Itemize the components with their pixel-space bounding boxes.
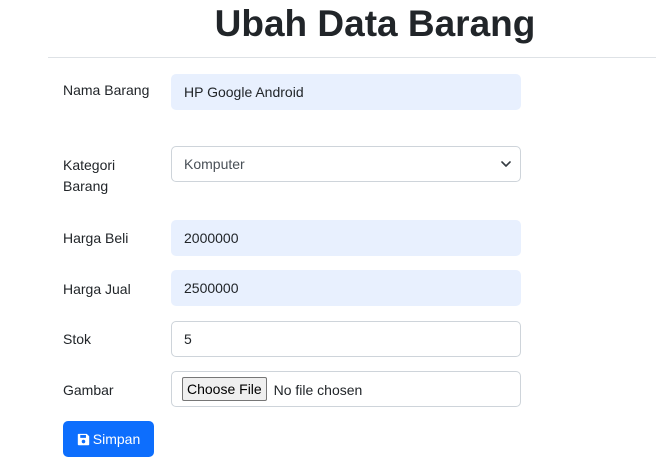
page-title: Ubah Data Barang bbox=[214, 3, 536, 44]
simpan-button-label: Simpan bbox=[92, 431, 141, 447]
harga-jual-label: Harga Jual bbox=[63, 281, 131, 297]
title-divider bbox=[48, 57, 656, 58]
choose-file-button[interactable]: Choose File bbox=[182, 377, 267, 401]
kategori-selected-value: Komputer bbox=[184, 156, 245, 172]
save-icon bbox=[77, 433, 89, 446]
gambar-label: Gambar bbox=[63, 382, 114, 398]
file-status-text: No file chosen bbox=[273, 382, 363, 398]
kategori-barang-label: Kategori Barang bbox=[63, 157, 116, 194]
kategori-barang-select[interactable]: Komputer bbox=[171, 146, 521, 182]
gambar-file-input[interactable]: Choose File No file chosen bbox=[171, 371, 521, 407]
harga-beli-input[interactable]: 2000000 bbox=[171, 220, 521, 256]
nama-barang-input[interactable]: HP Google Android bbox=[171, 74, 521, 110]
stok-input[interactable]: 5 bbox=[171, 321, 521, 357]
simpan-button[interactable]: Simpan bbox=[63, 421, 154, 457]
harga-jual-input[interactable]: 2500000 bbox=[171, 270, 521, 306]
stok-label: Stok bbox=[63, 331, 92, 347]
nama-barang-label: Nama Barang bbox=[63, 82, 150, 98]
harga-beli-label: Harga Beli bbox=[63, 230, 129, 246]
chevron-down-icon bbox=[501, 161, 511, 167]
